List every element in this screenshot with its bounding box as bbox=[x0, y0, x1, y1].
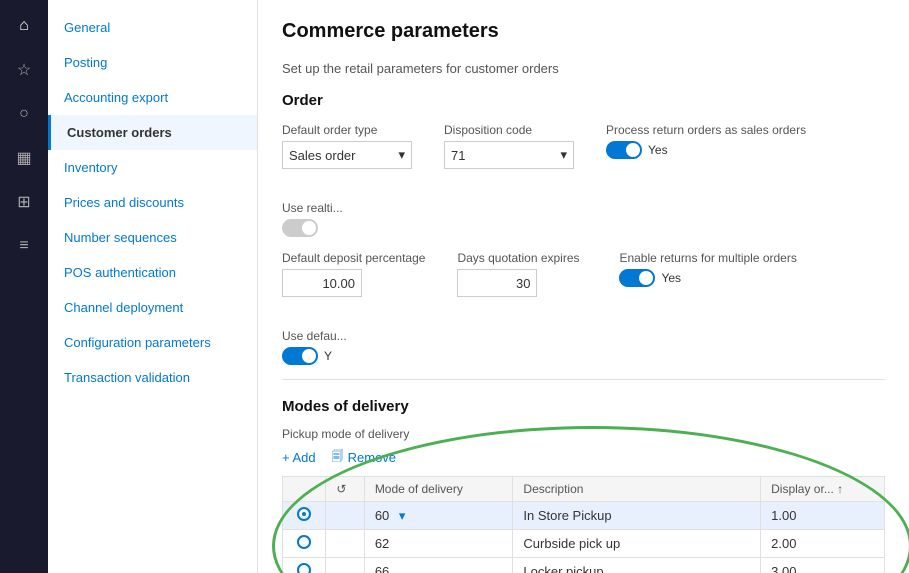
process-return-orders-toggle-group: Yes bbox=[606, 141, 806, 159]
order-section-title: Order bbox=[282, 92, 885, 109]
table-row[interactable]: 62 Curbside pick up 2.00 bbox=[283, 530, 885, 558]
sidebar-item-number-sequences[interactable]: Number sequences bbox=[48, 220, 257, 255]
pickup-label: Pickup mode of delivery bbox=[282, 427, 885, 441]
enable-returns-toggle[interactable] bbox=[619, 269, 655, 287]
grid-icon[interactable]: ⊞ bbox=[6, 184, 42, 220]
sidebar-item-prices[interactable]: Prices and discounts bbox=[48, 185, 257, 220]
deposit-percentage-input[interactable] bbox=[282, 269, 362, 297]
list-icon[interactable]: ≡ bbox=[6, 228, 42, 264]
row3-mode-cell: 66 bbox=[364, 558, 513, 573]
row3-display-cell: 3.00 bbox=[761, 558, 885, 573]
table-header-row: ↺ Mode of delivery Description Display o… bbox=[283, 477, 885, 502]
use-realti-label: Use realti... bbox=[282, 201, 412, 215]
use-default-toggle-group: Y bbox=[282, 347, 412, 365]
use-realti-toggle-group bbox=[282, 219, 412, 237]
sidebar: General Posting Accounting export Custom… bbox=[48, 0, 258, 573]
row1-mode-cell: 60 ▾ bbox=[364, 502, 513, 530]
default-order-type-field: Default order type Sales order ▾ bbox=[282, 123, 412, 169]
process-return-orders-field: Process return orders as sales orders Ye… bbox=[606, 123, 806, 169]
sidebar-item-config[interactable]: Configuration parameters bbox=[48, 325, 257, 360]
row2-display-cell: 2.00 bbox=[761, 530, 885, 558]
nav-rail: ⌂ ☆ ○ ▦ ⊞ ≡ bbox=[0, 0, 48, 573]
days-quotation-label: Days quotation expires bbox=[457, 251, 587, 265]
row1-refresh-cell bbox=[326, 502, 364, 530]
star-icon[interactable]: ☆ bbox=[6, 52, 42, 88]
sidebar-item-customer-orders[interactable]: Customer orders bbox=[48, 115, 257, 150]
sidebar-item-pos-auth[interactable]: POS authentication bbox=[48, 255, 257, 290]
row3-desc-cell: Locker pickup bbox=[513, 558, 761, 573]
table-row[interactable]: 60 ▾ In Store Pickup 1.00 bbox=[283, 502, 885, 530]
days-quotation-input[interactable] bbox=[457, 269, 537, 297]
col-header-refresh: ↺ bbox=[326, 477, 364, 502]
use-default-toggle[interactable] bbox=[282, 347, 318, 365]
order-form-row1: Default order type Sales order ▾ Disposi… bbox=[282, 123, 885, 237]
sidebar-item-inventory[interactable]: Inventory bbox=[48, 150, 257, 185]
enable-returns-label: Enable returns for multiple orders bbox=[619, 251, 796, 265]
calendar-icon[interactable]: ▦ bbox=[6, 140, 42, 176]
row3-refresh-cell bbox=[326, 558, 364, 573]
deposit-percentage-label: Default deposit percentage bbox=[282, 251, 425, 265]
section-divider bbox=[282, 379, 885, 380]
row1-display-cell: 1.00 bbox=[761, 502, 885, 530]
use-realti-toggle[interactable] bbox=[282, 219, 318, 237]
days-quotation-field: Days quotation expires bbox=[457, 251, 587, 297]
sidebar-item-transaction[interactable]: Transaction validation bbox=[48, 360, 257, 395]
enable-returns-field: Enable returns for multiple orders Yes bbox=[619, 251, 796, 297]
row2-radio[interactable] bbox=[297, 535, 311, 549]
delivery-section: Modes of delivery Pickup mode of deliver… bbox=[282, 398, 885, 573]
row2-desc-cell: Curbside pick up bbox=[513, 530, 761, 558]
remove-button[interactable]: 🗐 Remove bbox=[332, 447, 396, 468]
disposition-code-label: Disposition code bbox=[444, 123, 574, 137]
row2-mode-cell: 62 bbox=[364, 530, 513, 558]
process-return-orders-label: Process return orders as sales orders bbox=[606, 123, 806, 137]
use-default-value: Y bbox=[324, 349, 332, 363]
col-header-mode[interactable]: Mode of delivery bbox=[364, 477, 513, 502]
process-return-orders-value: Yes bbox=[648, 143, 668, 157]
page-title: Commerce parameters bbox=[282, 20, 885, 43]
sidebar-item-posting[interactable]: Posting bbox=[48, 45, 257, 80]
default-order-type-label: Default order type bbox=[282, 123, 412, 137]
row2-radio-cell[interactable] bbox=[283, 530, 326, 558]
order-form-row2: Default deposit percentage Days quotatio… bbox=[282, 251, 885, 365]
clock-icon[interactable]: ○ bbox=[6, 96, 42, 132]
delivery-toolbar: + Add 🗐 Remove bbox=[282, 447, 885, 468]
order-section: Order Default order type Sales order ▾ D… bbox=[282, 92, 885, 365]
delivery-table: ↺ Mode of delivery Description Display o… bbox=[282, 476, 885, 573]
row1-radio-cell[interactable] bbox=[283, 502, 326, 530]
section-description: Set up the retail parameters for custome… bbox=[282, 61, 885, 76]
enable-returns-value: Yes bbox=[661, 271, 681, 285]
disposition-code-select[interactable]: 71 ▾ bbox=[444, 141, 574, 169]
delivery-section-title: Modes of delivery bbox=[282, 398, 885, 415]
table-row[interactable]: 66 Locker pickup 3.00 bbox=[283, 558, 885, 573]
col-header-display[interactable]: Display or... ↑ bbox=[761, 477, 885, 502]
deposit-percentage-field: Default deposit percentage bbox=[282, 251, 425, 297]
row3-radio-cell[interactable] bbox=[283, 558, 326, 573]
row1-radio[interactable] bbox=[297, 507, 311, 521]
row3-radio[interactable] bbox=[297, 563, 311, 573]
sidebar-item-channel[interactable]: Channel deployment bbox=[48, 290, 257, 325]
main-content: Commerce parameters Set up the retail pa… bbox=[258, 0, 909, 573]
disposition-code-field: Disposition code 71 ▾ bbox=[444, 123, 574, 169]
add-button[interactable]: + Add bbox=[282, 450, 316, 465]
use-realti-field: Use realti... bbox=[282, 201, 412, 237]
use-default-label: Use defau... bbox=[282, 329, 412, 343]
use-default-field: Use defau... Y bbox=[282, 329, 412, 365]
copy-icon: 🗐 bbox=[332, 447, 344, 468]
col-header-desc: Description bbox=[513, 477, 761, 502]
row1-desc-cell: In Store Pickup bbox=[513, 502, 761, 530]
home-icon[interactable]: ⌂ bbox=[6, 8, 42, 44]
default-order-type-select[interactable]: Sales order ▾ bbox=[282, 141, 412, 169]
sidebar-item-accounting[interactable]: Accounting export bbox=[48, 80, 257, 115]
col-header-radio bbox=[283, 477, 326, 502]
process-return-orders-toggle[interactable] bbox=[606, 141, 642, 159]
enable-returns-toggle-group: Yes bbox=[619, 269, 796, 287]
row2-refresh-cell bbox=[326, 530, 364, 558]
sidebar-item-general[interactable]: General bbox=[48, 10, 257, 45]
